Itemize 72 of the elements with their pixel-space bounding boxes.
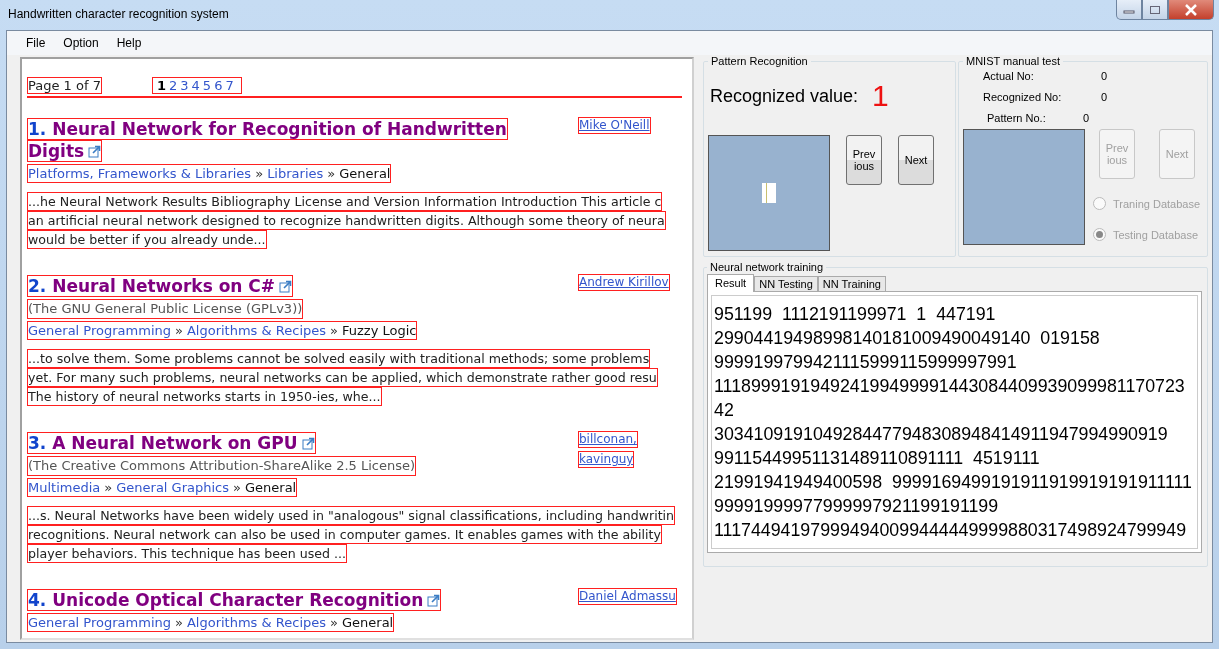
drawing-canvas[interactable] xyxy=(708,135,830,251)
result-text-area[interactable]: 951199 1112191199971 1 447191 29904419498998140181009490049140 019158 9999199799421115999115999997991 111899919194924199499991443084409939099981170723 42 3034109191049284477948308948414911947994990919 99115449951131489110891111 4519111 21991941949400598 9999169499191911919919191911111 99991999977999997921199191199 111744941979994940099444449999880317498924799949 xyxy=(711,295,1198,549)
field-value: 0 xyxy=(1101,91,1108,103)
breadcrumb-separator: » xyxy=(327,166,336,181)
page-link[interactable]: 3 xyxy=(180,78,189,93)
page-label: Page 1 of 7 xyxy=(27,77,102,94)
license-text: (The GNU General Public License (GPLv3)) xyxy=(27,299,304,319)
breadcrumb-separator: » xyxy=(175,615,183,630)
category-link[interactable]: Algorithms & Recipes xyxy=(186,615,327,630)
author-link[interactable]: billconan, xyxy=(578,431,638,448)
category-link[interactable]: General Graphics xyxy=(116,480,230,495)
tab[interactable]: NN Testing xyxy=(754,276,818,291)
page-link[interactable]: 7 xyxy=(225,78,234,93)
breadcrumb-separator: » xyxy=(330,323,338,338)
author-link[interactable]: kavinguy xyxy=(578,451,635,468)
breadcrumb-separator: » xyxy=(233,480,241,495)
category-link[interactable]: General Programming xyxy=(28,323,171,338)
tab[interactable]: Result xyxy=(707,274,755,292)
window-title: Handwritten character recognition system xyxy=(8,7,229,21)
close-button[interactable] xyxy=(1168,0,1214,20)
menu-item[interactable]: File xyxy=(17,36,55,50)
field-label: Recognized No: xyxy=(983,91,1063,103)
current-category: Fuzzy Logic xyxy=(342,323,417,338)
recognized-label: Recognized value: xyxy=(710,85,859,107)
category-link[interactable]: Libraries xyxy=(267,166,324,181)
field-value: 0 xyxy=(1101,70,1108,82)
tab[interactable]: NN Training xyxy=(817,276,886,291)
external-link-icon xyxy=(301,436,315,450)
breadcrumb-separator: » xyxy=(330,615,338,630)
group-title: Neural network training xyxy=(709,261,825,273)
menu-item[interactable]: Help xyxy=(107,36,151,50)
page-link[interactable]: 1 xyxy=(156,78,166,93)
group-title: Pattern Recognition xyxy=(710,55,809,67)
article-title-link[interactable]: Digits xyxy=(28,141,85,161)
page-link[interactable]: 4 xyxy=(191,78,200,93)
breadcrumb-separator: » xyxy=(175,323,183,338)
close-icon xyxy=(1184,3,1198,16)
external-link-icon xyxy=(279,279,293,293)
nav-button[interactable]: Prev ious xyxy=(846,135,882,185)
current-category: General xyxy=(342,615,394,630)
minimize-button[interactable] xyxy=(1116,0,1142,20)
current-category: General xyxy=(339,166,391,181)
page-link[interactable]: 6 xyxy=(214,78,223,93)
author-link[interactable]: Andrew Kirillov xyxy=(578,274,670,291)
page-link[interactable]: 2 xyxy=(169,78,178,93)
maximize-icon xyxy=(1149,4,1161,15)
external-link-icon xyxy=(88,144,102,158)
breadcrumb-separator: » xyxy=(104,480,113,495)
maximize-button[interactable] xyxy=(1142,0,1168,20)
category-link[interactable]: Multimedia xyxy=(28,480,101,495)
category-link[interactable]: Algorithms & Recipes xyxy=(186,323,327,338)
article-title-link[interactable]: 2. Neural Networks on C# xyxy=(28,276,276,296)
field-value: 0 xyxy=(1083,112,1090,124)
nav-button[interactable]: Next xyxy=(898,135,934,185)
article-title-link[interactable]: 1. Neural Network for Recognition of Handwritten xyxy=(28,119,507,139)
recognized-value: 1 xyxy=(872,81,889,111)
category-link[interactable]: General Programming xyxy=(28,615,171,630)
article-title-link[interactable]: 4. Unicode Optical Character Recognition xyxy=(28,590,424,610)
current-category: General xyxy=(245,480,297,495)
field-label: Pattern No.: xyxy=(987,112,1047,124)
group-title: MNIST manual test xyxy=(965,55,1061,67)
external-link-icon xyxy=(427,593,441,607)
menu-item[interactable]: Option xyxy=(54,36,108,50)
author-link[interactable]: Mike O'Neill xyxy=(578,117,651,134)
field-label: Actual No: xyxy=(983,70,1035,82)
author-link[interactable]: Daniel Admassu xyxy=(578,588,677,605)
digit-stroke xyxy=(762,183,776,203)
page-link[interactable]: 5 xyxy=(202,78,212,93)
breadcrumb-separator: » xyxy=(255,166,264,181)
license-text: (The Creative Commons Attribution-ShareAlike 2.5 License) xyxy=(27,456,417,476)
article-title-link[interactable]: 3. A Neural Network on GPU xyxy=(28,433,298,453)
category-link[interactable]: Platforms, Frameworks & Libraries xyxy=(28,166,252,181)
